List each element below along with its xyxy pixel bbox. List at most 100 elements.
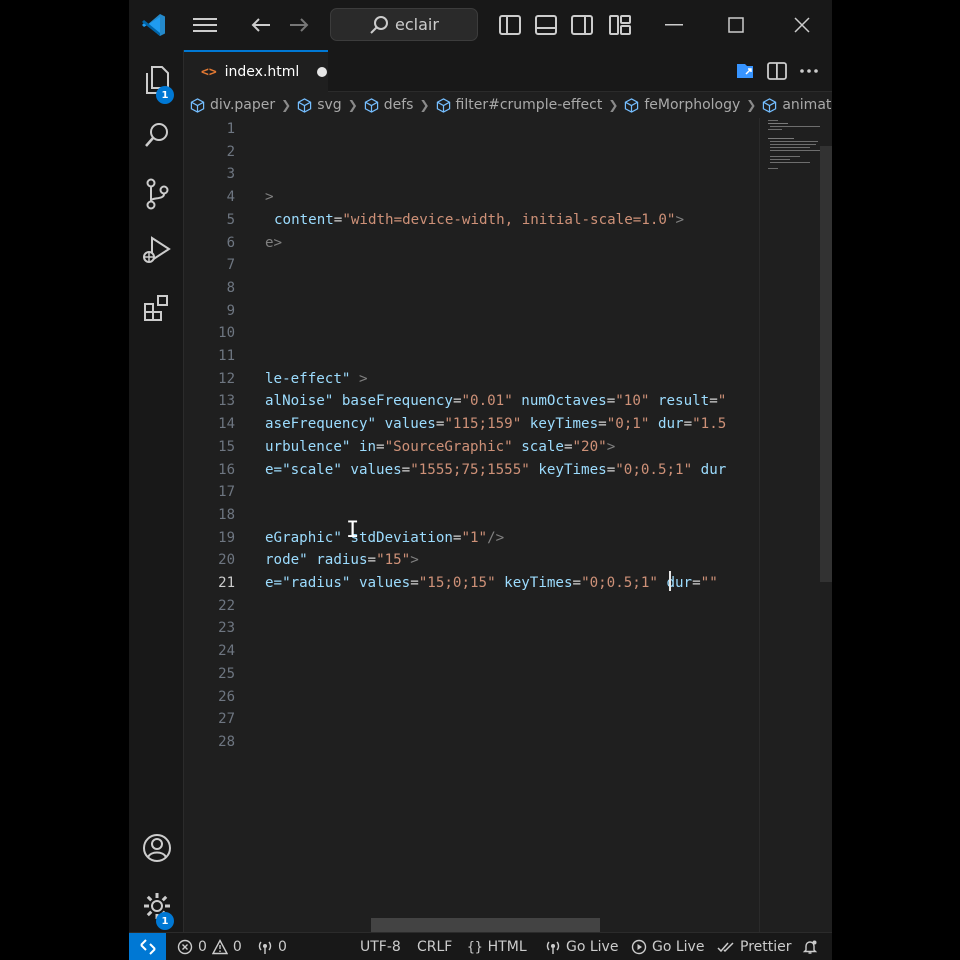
minimize-icon[interactable]: [659, 10, 689, 40]
activity-bar: 1 1: [129, 50, 184, 932]
prettier-indicator[interactable]: Prettier: [717, 933, 792, 960]
back-arrow-icon[interactable]: [247, 10, 275, 40]
code-line-6[interactable]: e>: [265, 232, 282, 254]
code-token: scale: [512, 438, 564, 455]
more-actions-icon[interactable]: [796, 56, 822, 86]
breadcrumb-chevron-icon: ❯: [746, 98, 757, 112]
breadcrumb-item[interactable]: div.paper: [190, 97, 275, 113]
source-control-icon[interactable]: [129, 170, 184, 218]
toggle-primary-sidebar-icon[interactable]: [497, 10, 523, 40]
notifications-bell-icon[interactable]: [802, 933, 818, 960]
vscode-logo-icon: [139, 10, 169, 40]
menu-icon[interactable]: [189, 10, 221, 40]
tab-index-html[interactable]: <> index.html: [184, 50, 328, 92]
code-token: "width=device-width, initial-scale=1.0": [342, 211, 676, 228]
code-token: "SourceGraphic": [384, 438, 513, 455]
code-token: =: [563, 438, 573, 455]
code-area[interactable]: > content="width=device-width, initial-sc…: [265, 118, 759, 932]
close-icon[interactable]: [787, 10, 817, 40]
language-mode-indicator[interactable]: {} HTML: [467, 933, 527, 960]
code-token: dur: [657, 575, 693, 591]
code-line-16[interactable]: e="scale" values="1555;75;1555" keyTimes…: [265, 459, 726, 481]
toggle-secondary-sidebar-icon[interactable]: [569, 10, 595, 40]
open-preview-icon[interactable]: [732, 56, 758, 86]
code-token: eGraphic": [265, 529, 342, 546]
forward-arrow-icon[interactable]: [285, 10, 313, 40]
code-token: =: [606, 393, 616, 410]
go-live-button-1[interactable]: Go Live: [545, 933, 618, 960]
accounts-icon[interactable]: [129, 824, 184, 872]
line-number: 5: [226, 211, 235, 228]
line-number: 16: [218, 461, 235, 478]
search-icon: [369, 15, 389, 35]
code-line-19[interactable]: eGraphic" stdDeviation="1"/>: [265, 527, 504, 549]
code-line-12[interactable]: le-effect" >: [265, 368, 368, 390]
line-number: 28: [218, 733, 235, 750]
code-line-15[interactable]: urbulence" in="SourceGraphic" scale="20"…: [265, 436, 615, 458]
code-token: dur: [649, 416, 684, 433]
code-token: =: [572, 575, 582, 591]
tab-bar: <> index.html: [184, 50, 832, 92]
extensions-icon[interactable]: [129, 284, 184, 332]
line-number: 12: [218, 370, 235, 387]
line-number: 11: [218, 348, 235, 364]
code-token: =: [709, 393, 718, 410]
horizontal-scrollbar[interactable]: [371, 918, 600, 932]
tab-label: index.html: [224, 64, 300, 80]
code-token: values: [341, 461, 402, 478]
line-number: 23: [218, 620, 235, 637]
explorer-icon[interactable]: 1: [129, 56, 184, 104]
code-token: le-effect": [265, 370, 351, 387]
remote-indicator-icon[interactable]: [129, 933, 166, 960]
code-token: keyTimes: [495, 575, 573, 591]
breadcrumb-label: defs: [383, 97, 414, 113]
line-number: 6: [226, 234, 235, 251]
run-and-debug-icon[interactable]: [129, 226, 184, 274]
eol-indicator[interactable]: CRLF: [417, 933, 452, 960]
search-text: eclair: [395, 15, 439, 34]
maximize-icon[interactable]: [721, 10, 751, 40]
vertical-scrollbar[interactable]: [820, 146, 832, 582]
line-number: 25: [218, 665, 235, 682]
manage-gear-icon[interactable]: 1: [129, 882, 184, 930]
minimap[interactable]: [759, 118, 820, 932]
code-line-4[interactable]: >: [265, 186, 274, 208]
encoding-indicator[interactable]: UTF-8: [360, 933, 401, 960]
i-beam-cursor-icon: I: [346, 518, 360, 543]
symbol-element-icon: [762, 97, 777, 113]
line-number: 9: [226, 302, 235, 319]
breadcrumb-chevron-icon: ❯: [347, 98, 358, 112]
search-icon[interactable]: [129, 112, 184, 160]
breadcrumb-item[interactable]: feMorphology: [624, 97, 740, 113]
customize-layout-icon[interactable]: [607, 10, 633, 40]
code-line-5[interactable]: content="width=device-width, initial-sca…: [274, 209, 684, 231]
command-center-search[interactable]: eclair: [330, 8, 478, 41]
split-editor-icon[interactable]: [764, 56, 790, 86]
code-token: >: [410, 552, 419, 569]
breadcrumb-item[interactable]: filter#crumple-effect: [436, 97, 602, 113]
problems-indicator[interactable]: 0 0: [177, 933, 242, 960]
ports-indicator[interactable]: 0: [257, 933, 287, 960]
symbol-element-icon: [436, 97, 451, 113]
code-line-14[interactable]: aseFrequency" values="115;159" keyTimes=…: [265, 413, 726, 435]
breadcrumb-item[interactable]: defs: [364, 97, 414, 113]
breadcrumb-item[interactable]: svg: [297, 97, 342, 113]
code-token: "0;0.5;1": [615, 461, 693, 478]
warning-count: 0: [232, 939, 242, 955]
breadcrumb-item[interactable]: animate: [762, 97, 832, 113]
unsaved-dot-icon[interactable]: [317, 67, 328, 77]
code-token: ": [717, 393, 727, 410]
code-line-13[interactable]: alNoise" baseFrequency = "0.01" numOctaves…: [265, 390, 726, 412]
code-line-21[interactable]: e="radius" values="15;0;15" keyTimes="0;…: [265, 572, 718, 594]
go-live-button-2[interactable]: Go Live: [631, 933, 704, 960]
code-token: rode": [265, 552, 308, 569]
code-token: =: [683, 416, 693, 433]
code-token: "1.5: [692, 416, 727, 433]
error-icon: [177, 939, 193, 955]
code-token: "0.01": [461, 393, 513, 410]
code-line-20[interactable]: rode" radius="15">: [265, 549, 419, 571]
symbol-element-icon: [190, 97, 205, 113]
toggle-panel-icon[interactable]: [533, 10, 559, 40]
line-number: 14: [218, 416, 235, 433]
editor[interactable]: 1 2 3 4 5 6 7 8 9 10 11 12 13 14 15 16 17 18 19 20 21 22 23 24 2…: [184, 118, 832, 932]
